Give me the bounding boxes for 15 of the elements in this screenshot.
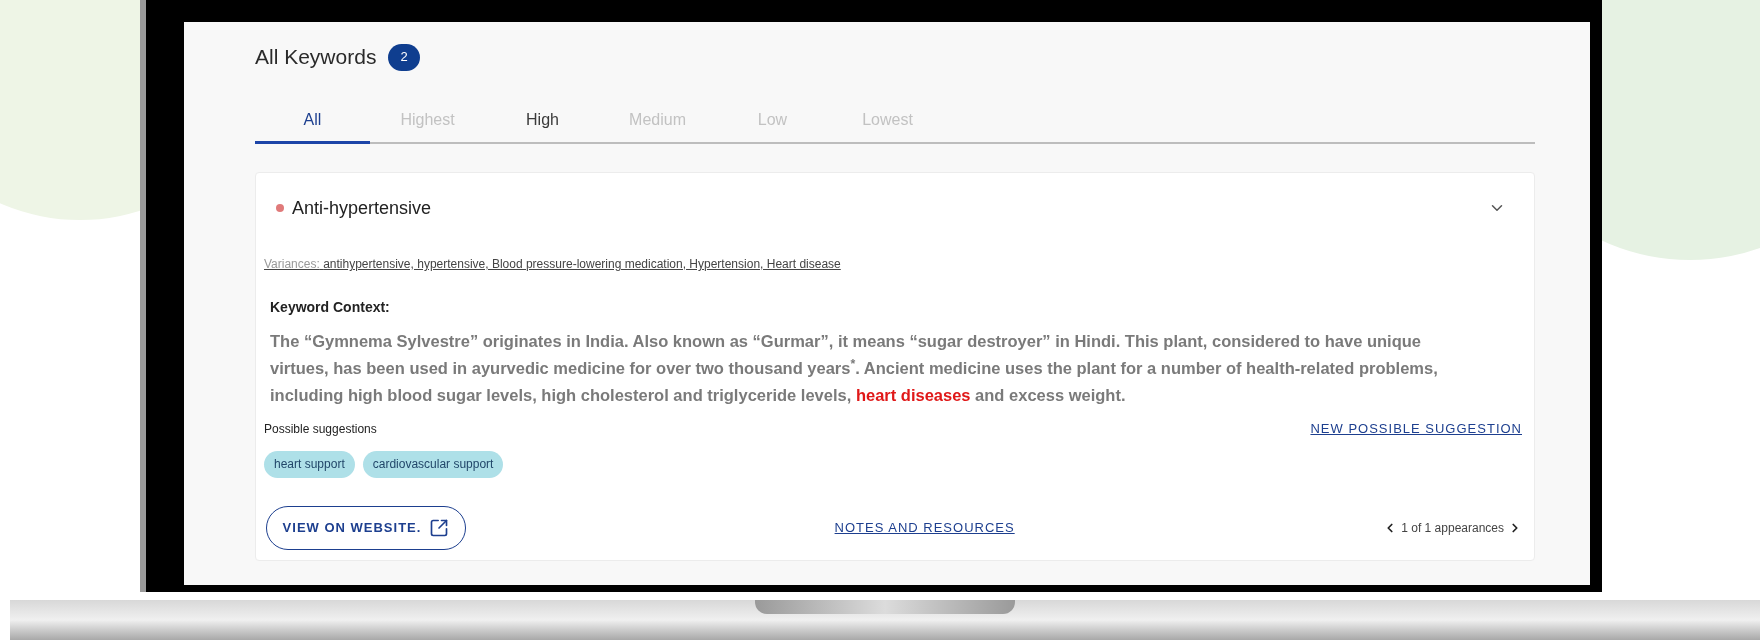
new-suggestion-link[interactable]: NEW POSSIBLE SUGGESTION — [1310, 419, 1522, 439]
context-heading: Keyword Context: — [270, 298, 391, 317]
filter-tab[interactable]: All — [255, 98, 370, 144]
count-badge: 2 — [388, 43, 420, 71]
suggestion-chip[interactable]: cardiovascular support — [362, 450, 504, 478]
pagination-text: 1 of 1 appearances — [1401, 519, 1504, 537]
suggestion-chip[interactable]: heart support — [264, 450, 355, 478]
keyword-title: Anti-hypertensive — [292, 196, 432, 220]
variances-text: Variances: antihypertensive, hypertensive, Blood pressure-lowering medication, Hypertension, Heart disease — [264, 256, 842, 273]
filter-tab[interactable]: High — [485, 98, 600, 144]
suggestions-label: Possible suggestions — [264, 420, 377, 438]
keyword-context-paragraph: The “Gymnema Sylvestre” originates in India. Also known as “Gurmar”, it means “sugar destroyer” in Hindi. This plant, considered to have unique virtues, has been used in ayurvedic medicine for over two thousand years$^{*}$. Ancient medicine uses the plant for a number of health-related problems, including high blood sugar levels, high cholesterol and triglyceride levels, heart diseases and excess weight. — [270, 331, 1439, 406]
page-title: All Keywords — [255, 44, 377, 71]
external-link-icon — [429, 517, 450, 538]
notes-link[interactable]: NOTES AND RESOURCES — [834, 517, 1015, 538]
